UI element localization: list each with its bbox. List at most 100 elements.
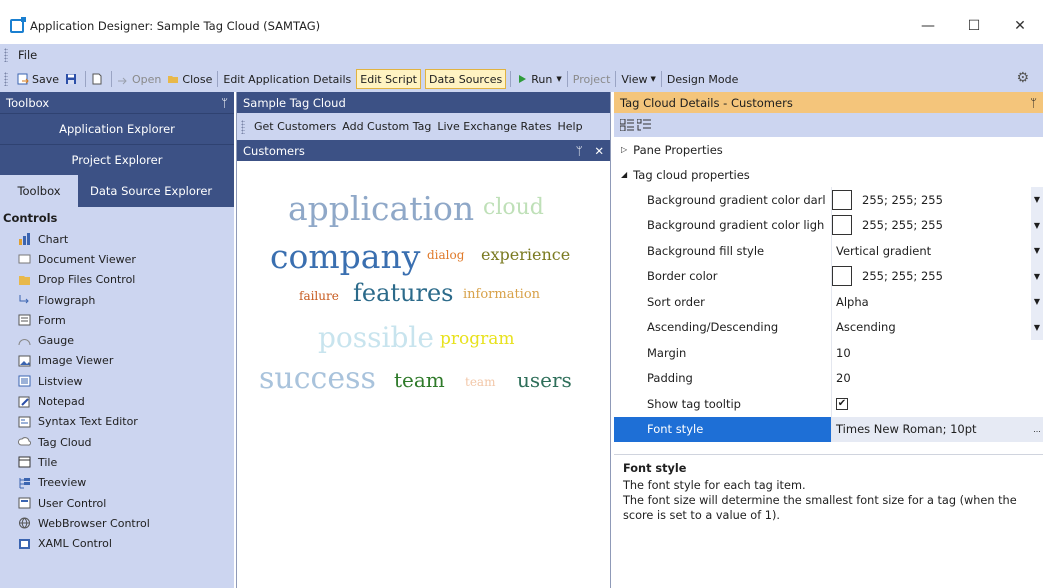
menu-file[interactable]: File (14, 48, 41, 62)
edit-app-details-button[interactable]: Edit Application Details (220, 69, 354, 89)
chevron-down-icon[interactable]: ▼ (1031, 187, 1043, 213)
save-button[interactable]: Save (14, 69, 62, 89)
property-row-background-gradient-color-darl[interactable]: Background gradient color darl 255; 255; … (614, 187, 1043, 213)
color-swatch[interactable] (832, 189, 852, 210)
property-value-text[interactable]: 255; 255; 255 (862, 218, 943, 232)
toolbox-item-xaml-control[interactable]: XAML Control (0, 533, 234, 553)
toolbox-item-syntax-text-editor[interactable]: Syntax Text Editor (0, 412, 234, 432)
property-value-text[interactable]: 10 (836, 346, 851, 360)
tag-users[interactable]: users (517, 368, 572, 392)
live-exchange-rates-button[interactable]: Live Exchange Rates (434, 120, 554, 133)
pin-icon[interactable]: ᛘ (1030, 96, 1037, 110)
help-button[interactable]: Help (555, 120, 586, 133)
get-customers-button[interactable]: Get Customers (251, 120, 339, 133)
tag-information[interactable]: information (463, 287, 540, 302)
settings-gears-icon[interactable]: ⚙ (1016, 70, 1029, 86)
tag-cloud-properties-category[interactable]: ◢ Tag cloud properties (614, 162, 1043, 187)
show-tooltip-checkbox[interactable]: ✔ (836, 397, 848, 410)
view-button[interactable]: View ▼ (618, 69, 659, 89)
property-row-background-gradient-color-ligh[interactable]: Background gradient color ligh 255; 255; … (614, 212, 1043, 238)
close-icon[interactable]: ✕ (594, 144, 604, 158)
chevron-down-icon[interactable]: ▼ (1031, 289, 1043, 315)
toolbox-item-label: Listview (38, 374, 83, 388)
toolbox-item-image-viewer[interactable]: Image Viewer (0, 351, 234, 371)
tab-toolbox[interactable]: Toolbox (0, 175, 78, 207)
property-value-text[interactable]: 255; 255; 255 (862, 193, 943, 207)
categorized-view-icon[interactable] (620, 119, 634, 131)
toolbox-item-tag-cloud[interactable]: Tag Cloud (0, 432, 234, 452)
design-mode-button[interactable]: Design Mode (664, 69, 741, 89)
chevron-down-icon[interactable]: ▼ (1031, 314, 1043, 340)
property-row-padding[interactable]: Padding 20 (614, 365, 1043, 391)
property-value-text[interactable]: Vertical gradient (836, 244, 931, 258)
ellipsis-button[interactable]: ... (1031, 416, 1043, 442)
color-swatch[interactable] (832, 266, 852, 287)
open-icon (118, 77, 127, 85)
close-button[interactable]: Close (164, 69, 215, 89)
toolbox-item-user-control[interactable]: User Control (0, 493, 234, 513)
property-row-sort-order[interactable]: Sort order Alpha ▼ (614, 289, 1043, 315)
property-name: Background fill style (647, 243, 765, 258)
property-value: 255; 255; 255 (831, 263, 1043, 289)
tag-program[interactable]: program (440, 329, 515, 349)
toolbox-item-flowgraph[interactable]: Flowgraph (0, 290, 234, 310)
toolbox-item-form[interactable]: Form (0, 310, 234, 330)
chevron-down-icon[interactable]: ▼ (1031, 263, 1043, 289)
grip-icon[interactable] (4, 48, 8, 62)
tag-cloud[interactable]: cloud (483, 195, 544, 220)
new-button[interactable] (88, 69, 109, 89)
add-custom-tag-button[interactable]: Add Custom Tag (339, 120, 434, 133)
toolbox-item-chart[interactable]: Chart (0, 229, 234, 249)
color-swatch[interactable] (832, 215, 852, 236)
application-explorer-button[interactable]: Application Explorer (0, 113, 234, 144)
tag-possible[interactable]: possible (318, 321, 434, 354)
grip-icon[interactable] (241, 119, 245, 134)
tag-features[interactable]: features (353, 279, 454, 307)
tag-success[interactable]: success (259, 361, 376, 396)
toolbox-item-drop-files-control[interactable]: Drop Files Control (0, 270, 234, 290)
tag-company[interactable]: company (270, 237, 420, 276)
toolbox-item-notepad[interactable]: Notepad (0, 391, 234, 411)
grip-icon[interactable] (4, 72, 8, 86)
chevron-down-icon[interactable]: ▼ (1031, 212, 1043, 238)
property-value-text[interactable]: 20 (836, 371, 851, 385)
toolbox-item-tile[interactable]: Tile (0, 452, 234, 472)
pin-icon[interactable]: ᛘ (576, 144, 583, 158)
property-value-text[interactable]: 255; 255; 255 (862, 269, 943, 283)
property-row-margin[interactable]: Margin 10 (614, 340, 1043, 366)
tab-data-source-explorer[interactable]: Data Source Explorer (78, 175, 224, 207)
toolbox-item-listview[interactable]: Listview (0, 371, 234, 391)
property-name: Margin (647, 345, 687, 360)
pin-icon[interactable]: ᛘ (221, 96, 228, 110)
toolbox-item-treeview[interactable]: Treeview (0, 473, 234, 493)
open-button[interactable]: Open (114, 69, 164, 89)
data-sources-button[interactable]: Data Sources (424, 69, 507, 89)
property-row-background-fill-style[interactable]: Background fill style Vertical gradient ▼ (614, 238, 1043, 264)
property-row-show-tooltip[interactable]: Show tag tooltip ✔ (614, 391, 1043, 417)
project-explorer-button[interactable]: Project Explorer (0, 144, 234, 175)
toolbox-item-gauge[interactable]: Gauge (0, 330, 234, 350)
toolbox-item-document-viewer[interactable]: Document Viewer (0, 249, 234, 269)
property-row-ascending-descending[interactable]: Ascending/Descending Ascending ▼ (614, 314, 1043, 340)
tag-team[interactable]: team (394, 368, 445, 392)
minimize-button[interactable]: — (905, 8, 951, 44)
run-button[interactable]: Run ▼ (513, 69, 564, 89)
tag-team[interactable]: team (465, 375, 495, 389)
chevron-down-icon[interactable]: ▼ (1031, 238, 1043, 264)
property-row-font-style[interactable]: Font style Times New Roman; 10pt ... (614, 416, 1043, 442)
property-row-border-color[interactable]: Border color 255; 255; 255 ▼ (614, 263, 1043, 289)
toolbox-item-webbrowser-control[interactable]: WebBrowser Control (0, 513, 234, 533)
tag-dialog[interactable]: dialog (427, 248, 464, 262)
property-value-text[interactable]: Ascending (836, 320, 896, 334)
tag-experience[interactable]: experience (481, 245, 570, 264)
pane-properties-category[interactable]: ▷ Pane Properties (614, 137, 1043, 162)
tag-application[interactable]: application (288, 189, 474, 228)
floppy-button[interactable] (62, 69, 83, 89)
maximize-button[interactable]: ☐ (951, 8, 997, 44)
tag-failure[interactable]: failure (299, 289, 339, 303)
project-button[interactable]: Project (570, 69, 614, 89)
property-value-text[interactable]: Alpha (836, 295, 869, 309)
edit-script-button[interactable]: Edit Script (356, 69, 421, 89)
alphabetical-view-icon[interactable] (637, 119, 651, 131)
close-window-button[interactable]: ✕ (997, 8, 1043, 44)
